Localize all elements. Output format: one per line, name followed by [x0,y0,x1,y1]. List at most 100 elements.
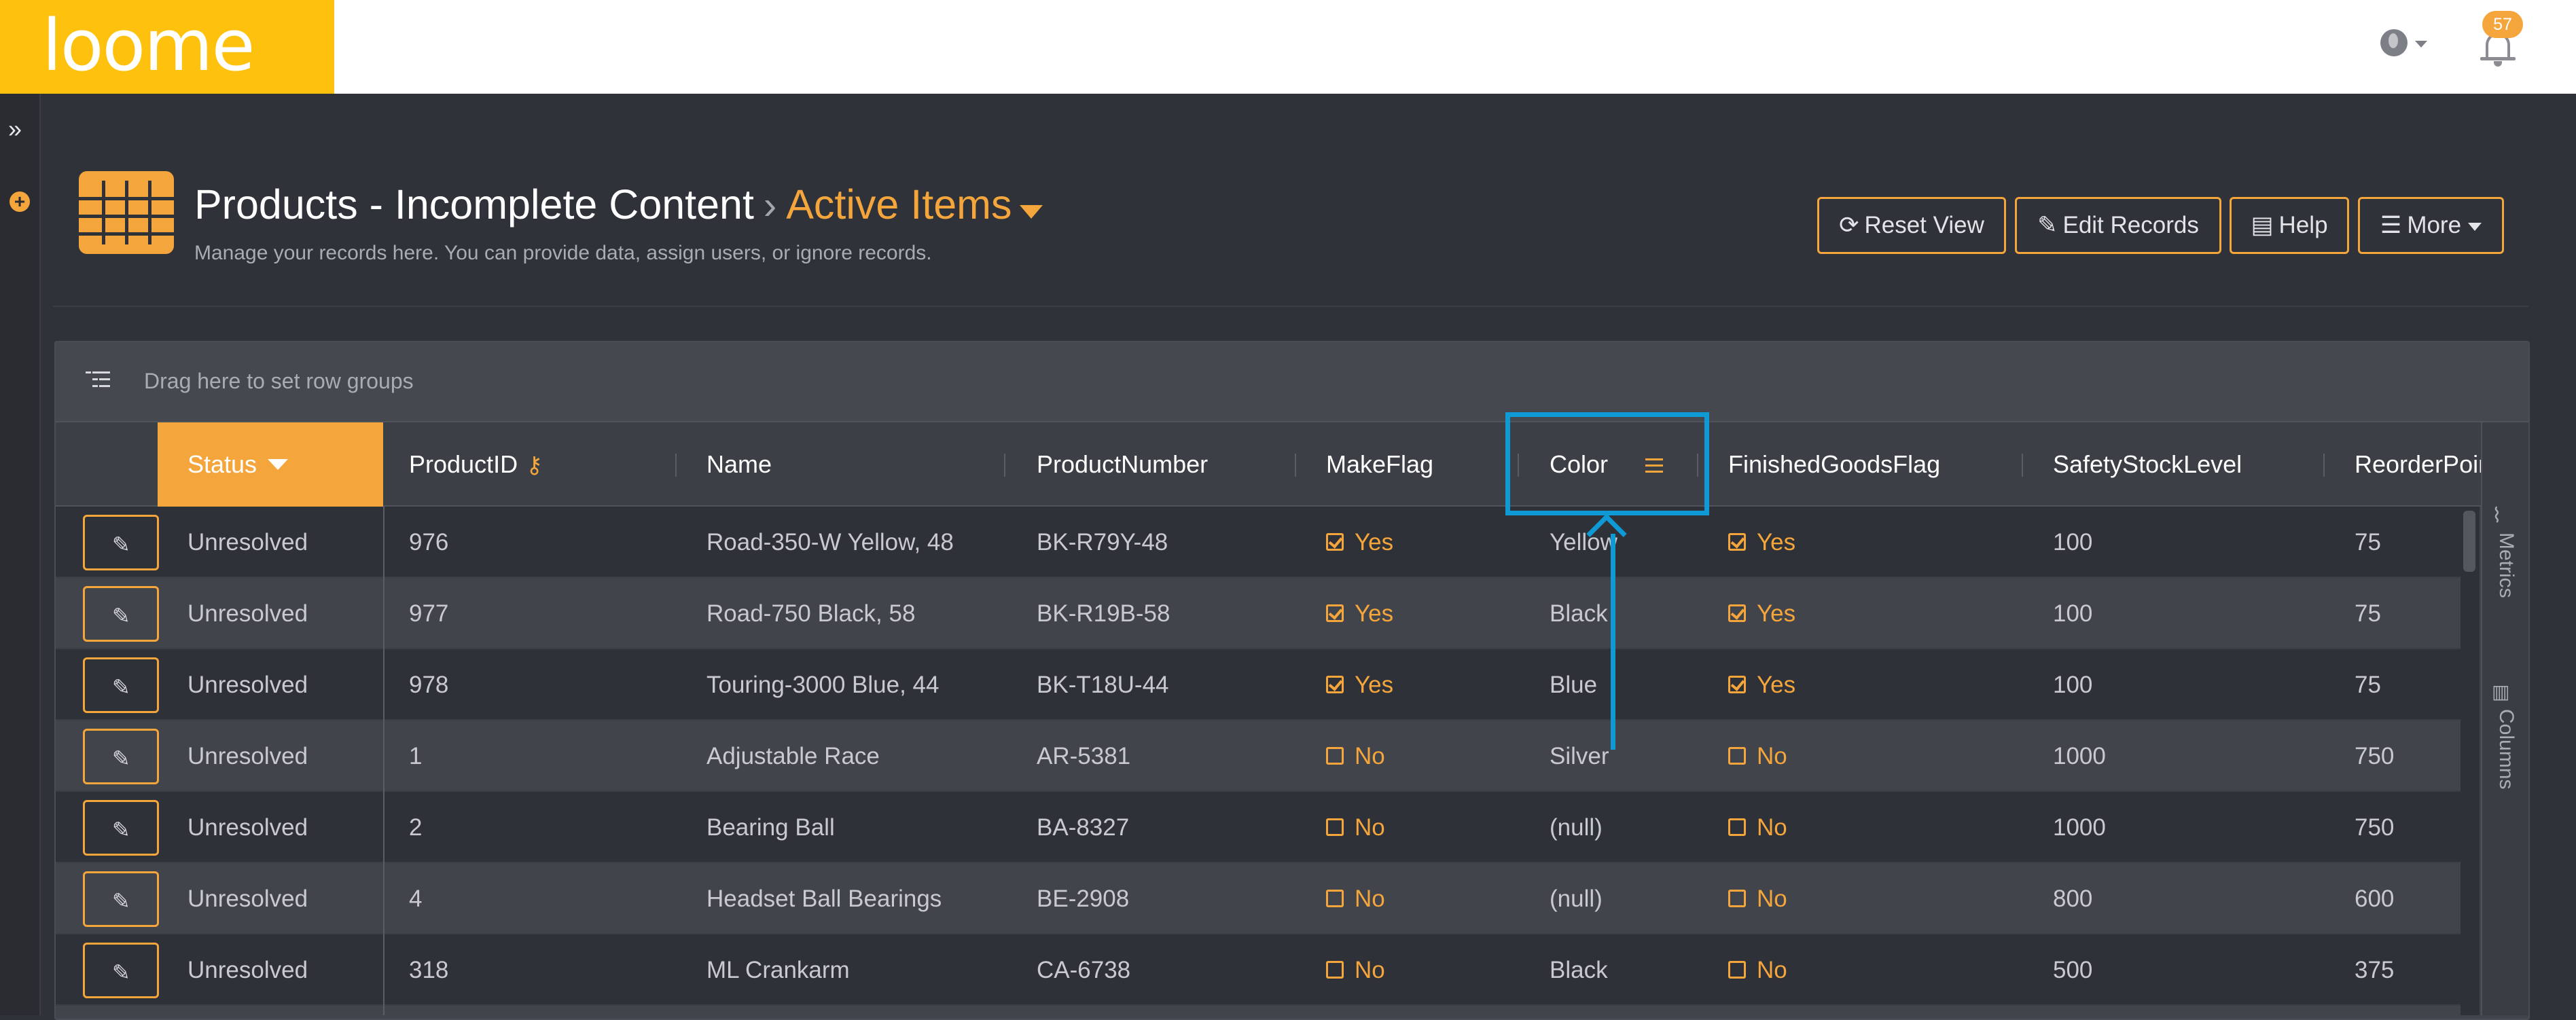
cell-product-number[interactable]: BA-8327 [1037,792,1129,863]
cell-name[interactable]: Headset Ball Bearings [706,863,942,934]
cell-safety-stock-level[interactable]: 500 [2053,934,2092,1006]
column-header-finished-goods-flag[interactable]: FinishedGoodsFlag [1728,422,1940,507]
cell-make-flag[interactable]: No [1326,863,1385,934]
edit-row-button[interactable]: ✎ [83,586,159,642]
cell-name[interactable]: Road-350-W Yellow, 48 [706,507,954,578]
vertical-scrollbar[interactable] [2461,507,2480,1015]
scrollbar-thumb[interactable] [2463,511,2475,572]
unchecked-box-icon [1728,889,1746,907]
cell-safety-stock-level[interactable]: 100 [2053,649,2092,721]
cell-reorder-point[interactable]: 375 [2355,934,2456,1006]
cell-finished-goods-flag[interactable]: Yes [1728,507,1795,578]
column-header-product-number[interactable]: ProductNumber [1037,422,1208,507]
app-logo[interactable]: loome [0,0,334,94]
cell-name[interactable]: Bearing Ball [706,792,835,863]
more-button[interactable]: ☰ More [2358,197,2504,254]
cell-color[interactable]: (null) [1550,792,1603,863]
cell-product-number[interactable]: CA-6738 [1037,934,1130,1006]
cell-product-id[interactable]: 976 [409,507,448,578]
cell-product-id[interactable]: 318 [409,934,448,1006]
cell-product-id[interactable]: 2 [409,792,422,863]
cell-name[interactable]: Adjustable Race [706,721,880,792]
cell-finished-goods-flag[interactable]: No [1728,792,1787,863]
cell-status[interactable]: Unresolved [187,721,308,792]
edit-row-button[interactable]: ✎ [83,943,159,998]
filter-icon[interactable] [268,459,289,470]
cell-product-number[interactable]: BK-T18U-44 [1037,649,1169,721]
cell-status[interactable]: Unresolved [187,507,308,578]
cell-make-flag[interactable]: Yes [1326,507,1393,578]
plus-circle-icon[interactable]: + [10,192,30,212]
cell-product-number[interactable]: BK-R19B-58 [1037,578,1170,649]
cell-color[interactable]: Black [1550,934,1608,1006]
edit-records-button[interactable]: ✎ Edit Records [2015,197,2221,254]
cell-safety-stock-level[interactable]: 1000 [2053,792,2106,863]
cell-make-flag[interactable]: No [1326,792,1385,863]
cell-product-id[interactable]: 978 [409,649,448,721]
cell-reorder-point[interactable]: 750 [2355,792,2456,863]
cell-safety-stock-level[interactable]: 100 [2053,507,2092,578]
edit-row-button[interactable]: ✎ [83,657,159,713]
cell-reorder-point[interactable]: 600 [2355,863,2456,934]
cell-product-id[interactable]: 4 [409,863,422,934]
cell-finished-goods-flag[interactable]: No [1728,863,1787,934]
cell-name[interactable]: Road-750 Black, 58 [706,578,915,649]
metrics-label: Metrics [2495,532,2518,598]
cell-status[interactable]: Unresolved [187,578,308,649]
column-header-safety-stock-level[interactable]: SafetyStockLevel [2053,422,2242,507]
column-header-name[interactable]: Name [706,422,772,507]
double-chevron-right-icon[interactable]: » [8,117,22,141]
column-separator[interactable] [2022,454,2023,477]
edit-row-button[interactable]: ✎ [83,800,159,856]
cell-safety-stock-level[interactable]: 100 [2053,578,2092,649]
row-group-dropzone[interactable] [56,342,2528,422]
column-separator[interactable] [1004,454,1005,477]
cell-make-flag[interactable]: Yes [1326,649,1393,721]
cell-product-number[interactable]: AR-5381 [1037,721,1130,792]
column-separator[interactable] [675,454,677,477]
cell-finished-goods-flag[interactable]: Yes [1728,649,1795,721]
cell-product-number[interactable]: BK-R79Y-48 [1037,507,1168,578]
cell-color[interactable]: Black [1550,578,1608,649]
reset-view-button[interactable]: ⟳ Reset View [1817,197,2006,254]
cell-product-id[interactable]: 1 [409,721,422,792]
globe-icon[interactable] [2380,29,2408,56]
view-selector[interactable]: Active Items [786,181,1012,227]
edit-row-button[interactable]: ✎ [83,729,159,784]
cell-finished-goods-flag[interactable]: No [1728,721,1787,792]
cell-name[interactable]: ML Crankarm [706,934,850,1006]
cell-reorder-point[interactable]: 75 [2355,507,2456,578]
edit-row-button[interactable]: ✎ [83,515,159,570]
cell-finished-goods-flag[interactable]: No [1728,934,1787,1006]
cell-make-flag[interactable]: No [1326,934,1385,1006]
column-header-make-flag[interactable]: MakeFlag [1326,422,1433,507]
edit-row-button[interactable]: ✎ [83,871,159,927]
cell-safety-stock-level[interactable]: 1000 [2053,721,2106,792]
cell-name[interactable]: Touring-3000 Blue, 44 [706,649,939,721]
cell-product-id[interactable]: 977 [409,578,448,649]
notification-badge[interactable]: 57 [2482,11,2523,38]
chevron-down-icon[interactable] [2415,41,2427,48]
cell-product-number[interactable]: BE-2908 [1037,863,1129,934]
chevron-down-icon[interactable] [1020,204,1043,219]
cell-color[interactable]: Blue [1550,649,1597,721]
cell-make-flag[interactable]: No [1326,721,1385,792]
column-header-status[interactable]: Status [187,422,289,507]
cell-reorder-point[interactable]: 75 [2355,578,2456,649]
cell-reorder-point[interactable]: 75 [2355,649,2456,721]
cell-status[interactable]: Unresolved [187,792,308,863]
column-separator[interactable] [2323,454,2325,477]
cell-reorder-point[interactable]: 750 [2355,721,2456,792]
column-header-product-id[interactable]: ProductID ⚷ [409,422,543,507]
cell-make-flag[interactable]: Yes [1326,578,1393,649]
cell-status[interactable]: Unresolved [187,934,308,1006]
cell-safety-stock-level[interactable]: 800 [2053,863,2092,934]
column-separator[interactable] [1295,454,1296,477]
cell-finished-goods-flag[interactable]: Yes [1728,578,1795,649]
help-button[interactable]: ▤ Help [2230,197,2349,254]
cell-status[interactable]: Unresolved [187,649,308,721]
cell-status[interactable]: Unresolved [187,863,308,934]
cell-color[interactable]: Silver [1550,721,1609,792]
column-header-reorder-point[interactable]: ReorderPoint [2355,422,2481,507]
cell-color[interactable]: (null) [1550,863,1603,934]
